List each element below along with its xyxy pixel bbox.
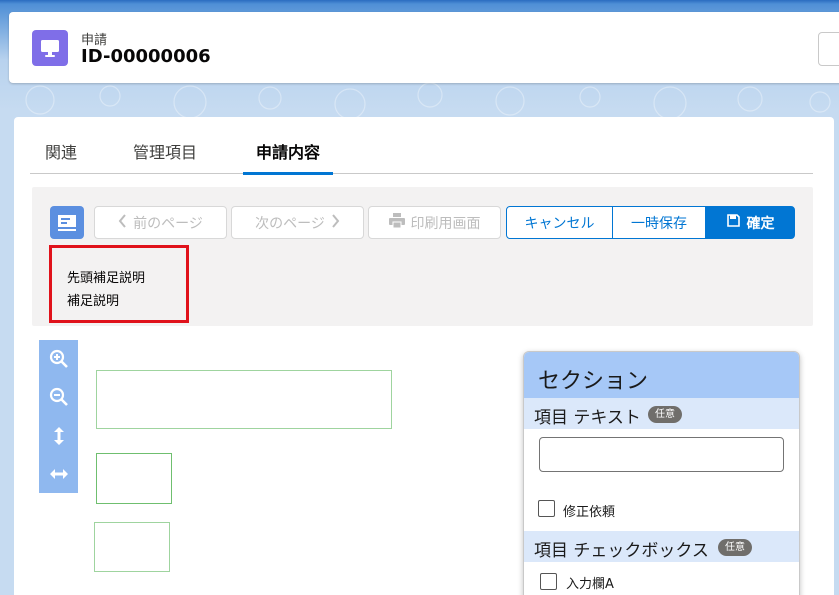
cancel-button[interactable]: キャンセル [506,206,613,239]
text-field-input[interactable] [539,437,784,472]
fit-height-icon[interactable] [39,421,78,451]
optional-badge: 任意 [718,539,752,556]
tab-application-content[interactable]: 申請内容 [242,139,334,175]
next-page-label: 次のページ [255,215,325,232]
section-title: セクション [538,369,649,394]
action-button-group: キャンセル 一時保存 確定 [506,206,795,239]
text-field-header: 項目 テキスト 任意 [524,398,799,429]
desktop-icon [32,30,68,66]
revision-request-label: 修正依頼 [563,505,616,520]
tab-management-items[interactable]: 管理項目 [133,139,197,174]
fit-width-icon[interactable] [39,459,78,489]
zoom-out-icon[interactable] [39,382,78,412]
prev-page-label: 前のページ [133,215,203,232]
text-field-label: 項目 テキスト [534,408,641,428]
prev-page-button[interactable]: 前のページ [94,206,227,239]
record-header: 申請 ID-00000006 [9,12,839,83]
confirm-button[interactable]: 確定 [706,206,795,239]
section-header: セクション [524,352,799,398]
form-element-box[interactable] [94,522,170,572]
record-name: ID-00000006 [81,46,211,67]
tab-bar: 関連 管理項目 申請内容 [30,139,813,175]
chevron-left-icon [118,213,127,232]
tab-related[interactable]: 関連 [45,139,77,174]
save-icon [726,214,740,231]
print-view-button[interactable]: 印刷用画面 [368,206,501,239]
chevron-right-icon [331,213,340,232]
optional-badge: 任意 [648,406,682,423]
revision-request-checkbox[interactable] [538,500,555,517]
form-icon [50,206,84,239]
zoom-toolbar [39,340,78,493]
next-page-button[interactable]: 次のページ [231,206,364,239]
input-a-checkbox[interactable] [540,573,557,590]
zoom-in-icon[interactable] [39,344,78,374]
header-action-button[interactable] [818,32,839,66]
temp-save-button[interactable]: 一時保存 [613,206,706,239]
input-a-label: 入力欄A [566,577,614,592]
form-element-box[interactable] [96,370,392,429]
checkbox-field-label: 項目 チェックボックス [534,541,709,561]
highlight-box [49,245,189,323]
form-element-box[interactable] [96,453,172,504]
confirm-label: 確定 [746,215,775,232]
printer-icon [388,213,405,232]
checkbox-field-header: 項目 チェックボックス 任意 [524,531,799,562]
print-view-label: 印刷用画面 [410,215,481,232]
section-panel: セクション 項目 テキスト 任意 修正依頼 項目 チェックボックス 任意 入力欄… [523,351,800,595]
